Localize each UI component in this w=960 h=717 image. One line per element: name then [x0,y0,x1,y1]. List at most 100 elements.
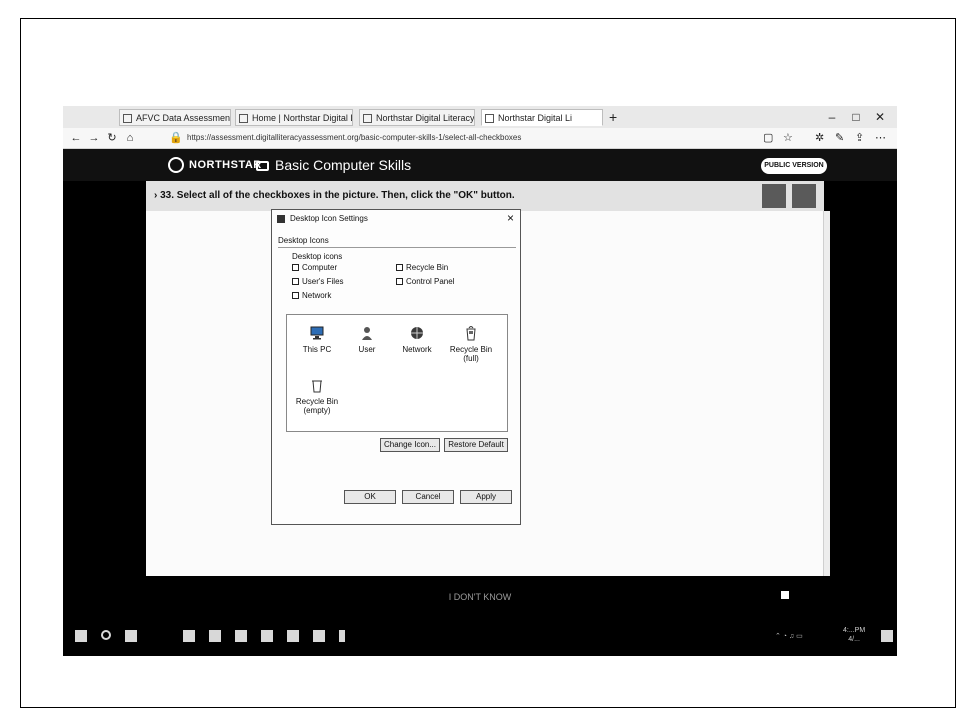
icon-label: This PC [302,345,332,354]
checkbox-box[interactable] [292,292,299,299]
site-icon [239,114,248,123]
control-panel-checkbox[interactable]: Control Panel [396,277,454,287]
browser-tab-active[interactable]: Northstar Digital Li [481,109,603,126]
browser-tab[interactable]: Home | Northstar Digital Li [235,109,353,126]
computer-checkbox[interactable]: Computer [292,263,337,273]
pinned-app-icon[interactable] [339,630,345,642]
checkbox-label: User's Files [302,277,344,286]
icon-label: Network [402,345,432,354]
help-button[interactable] [792,184,816,208]
dialog-title-bar: Desktop Icon Settings × [272,210,520,228]
search-icon[interactable] [101,630,111,640]
users-files-checkbox[interactable]: User's Files [292,277,344,287]
recycle-bin-empty-icon[interactable]: Recycle Bin (empty) [289,377,345,415]
trash-full-icon [466,326,476,341]
dialog-close-icon[interactable]: × [507,212,514,225]
tab-label: Home | Northstar Digital Li [252,113,353,123]
forward-arrow-icon[interactable]: → [87,130,101,146]
question-label: 33. Select all of the checkboxes in the … [160,190,515,201]
recycle-bin-full-icon[interactable]: Recycle Bin (full) [443,325,499,363]
globe-network-icon [411,327,423,339]
system-tray[interactable]: ⌃ ◔ ♫ ▭ [775,632,803,641]
speaker-icon[interactable] [781,591,789,599]
trash-empty-icon [312,380,322,393]
new-tab-button[interactable]: + [609,109,617,125]
icon-preview-panel: This PC User Network Recycle Bin (full) … [286,314,508,432]
browser-tab-bar: AFVC Data Assessment2.pdf Home | Northst… [63,106,897,129]
desktop-icon-settings-dialog: Desktop Icon Settings × Desktop Icons De… [271,209,521,525]
url-field[interactable]: https://assessment.digitalliteracyassess… [187,131,747,145]
clock-time: 4:...PM [843,627,866,634]
share-icon[interactable]: ⇪ [855,130,864,146]
checkbox-box[interactable] [292,264,299,271]
tab-label: Northstar Digital Li [498,113,573,123]
cortana-icon[interactable] [125,630,137,642]
page-scrollbar[interactable] [823,211,830,576]
browser-tab[interactable]: Northstar Digital Literacy [359,109,475,126]
site-icon [363,114,372,123]
favorite-star-icon[interactable]: ☆ [783,130,793,146]
network-checkbox[interactable]: Network [292,291,331,301]
checkbox-box[interactable] [396,264,403,271]
address-bar-row: ← → ↻ ⌂ 🔒 https://assessment.digitallite… [63,128,897,149]
notifications-icon[interactable] [881,630,893,642]
northstar-compass-icon [168,157,184,174]
change-icon-button[interactable]: Change Icon... [380,438,440,452]
pdf-icon [123,114,132,123]
reading-view-icon[interactable]: ▢ [763,130,773,146]
question-area: › 33. Select all of the checkboxes in th… [146,181,824,576]
checkbox-label: Network [302,291,332,300]
clock[interactable]: 4:...PM 4/... [843,626,865,644]
start-windows-icon[interactable] [75,630,87,642]
settings-icon [277,215,285,223]
question-text: › 33. Select all of the checkboxes in th… [154,190,515,201]
word-icon[interactable] [235,630,247,642]
tab-label: AFVC Data Assessment2.pdf [136,113,231,123]
refresh-icon[interactable]: ↻ [105,130,119,146]
tab-desktop-icons[interactable]: Desktop Icons [278,236,329,246]
recycle-bin-checkbox[interactable]: Recycle Bin [396,263,448,273]
favorites-icon[interactable]: ✲ [815,130,824,146]
northstar-logo[interactable]: NORTHSTAR [168,157,262,174]
network-icon[interactable]: Network [389,325,445,354]
course-title: Basic Computer Skills [256,156,411,174]
back-arrow-icon[interactable]: ← [69,130,83,146]
user-icon[interactable]: User [339,325,395,354]
computer-icon [310,326,324,340]
checkbox-box[interactable] [396,278,403,285]
icon-label: Recycle Bin (empty) [295,397,339,415]
edge-icon[interactable] [287,630,299,642]
browser-tab[interactable]: AFVC Data Assessment2.pdf [119,109,231,126]
dialog-button-row: OK Cancel Apply [272,488,520,508]
tab-label: Northstar Digital Literacy [376,113,475,123]
checkbox-label: Recycle Bin [406,263,449,272]
lock-icon: 🔒 [169,132,183,144]
close-window-button[interactable]: ✕ [871,109,889,125]
tab-divider [278,247,516,248]
excel-icon[interactable] [261,630,273,642]
apply-button[interactable]: Apply [460,490,512,504]
this-pc-icon[interactable]: This PC [289,325,345,354]
maximize-button[interactable]: □ [847,109,865,125]
app-icon[interactable] [313,630,325,642]
minimize-button[interactable]: – [823,109,841,125]
restore-default-button[interactable]: Restore Default [444,438,508,452]
question-bar: › 33. Select all of the checkboxes in th… [146,181,824,211]
public-version-label: PUBLIC VERSION [764,162,824,169]
task-view-icon[interactable] [183,630,195,642]
audio-button[interactable] [762,184,786,208]
screenshot: AFVC Data Assessment2.pdf Home | Northst… [63,106,897,656]
file-explorer-icon[interactable] [209,630,221,642]
home-icon[interactable]: ⌂ [123,130,137,146]
pen-icon[interactable]: ✎ [835,130,844,146]
cancel-button[interactable]: Cancel [402,490,454,504]
dont-know-button[interactable]: I DON'T KNOW [63,586,897,608]
public-version-button[interactable]: PUBLIC VERSION ⓘ [761,158,827,185]
checkbox-box[interactable] [292,278,299,285]
ok-button[interactable]: OK [344,490,396,504]
logo-text: NORTHSTAR [189,159,262,171]
clock-date: 4/... [848,636,860,643]
group-label: Desktop icons [292,252,343,261]
checkbox-label: Control Panel [406,277,455,286]
more-icon[interactable]: ⋯ [875,130,886,146]
